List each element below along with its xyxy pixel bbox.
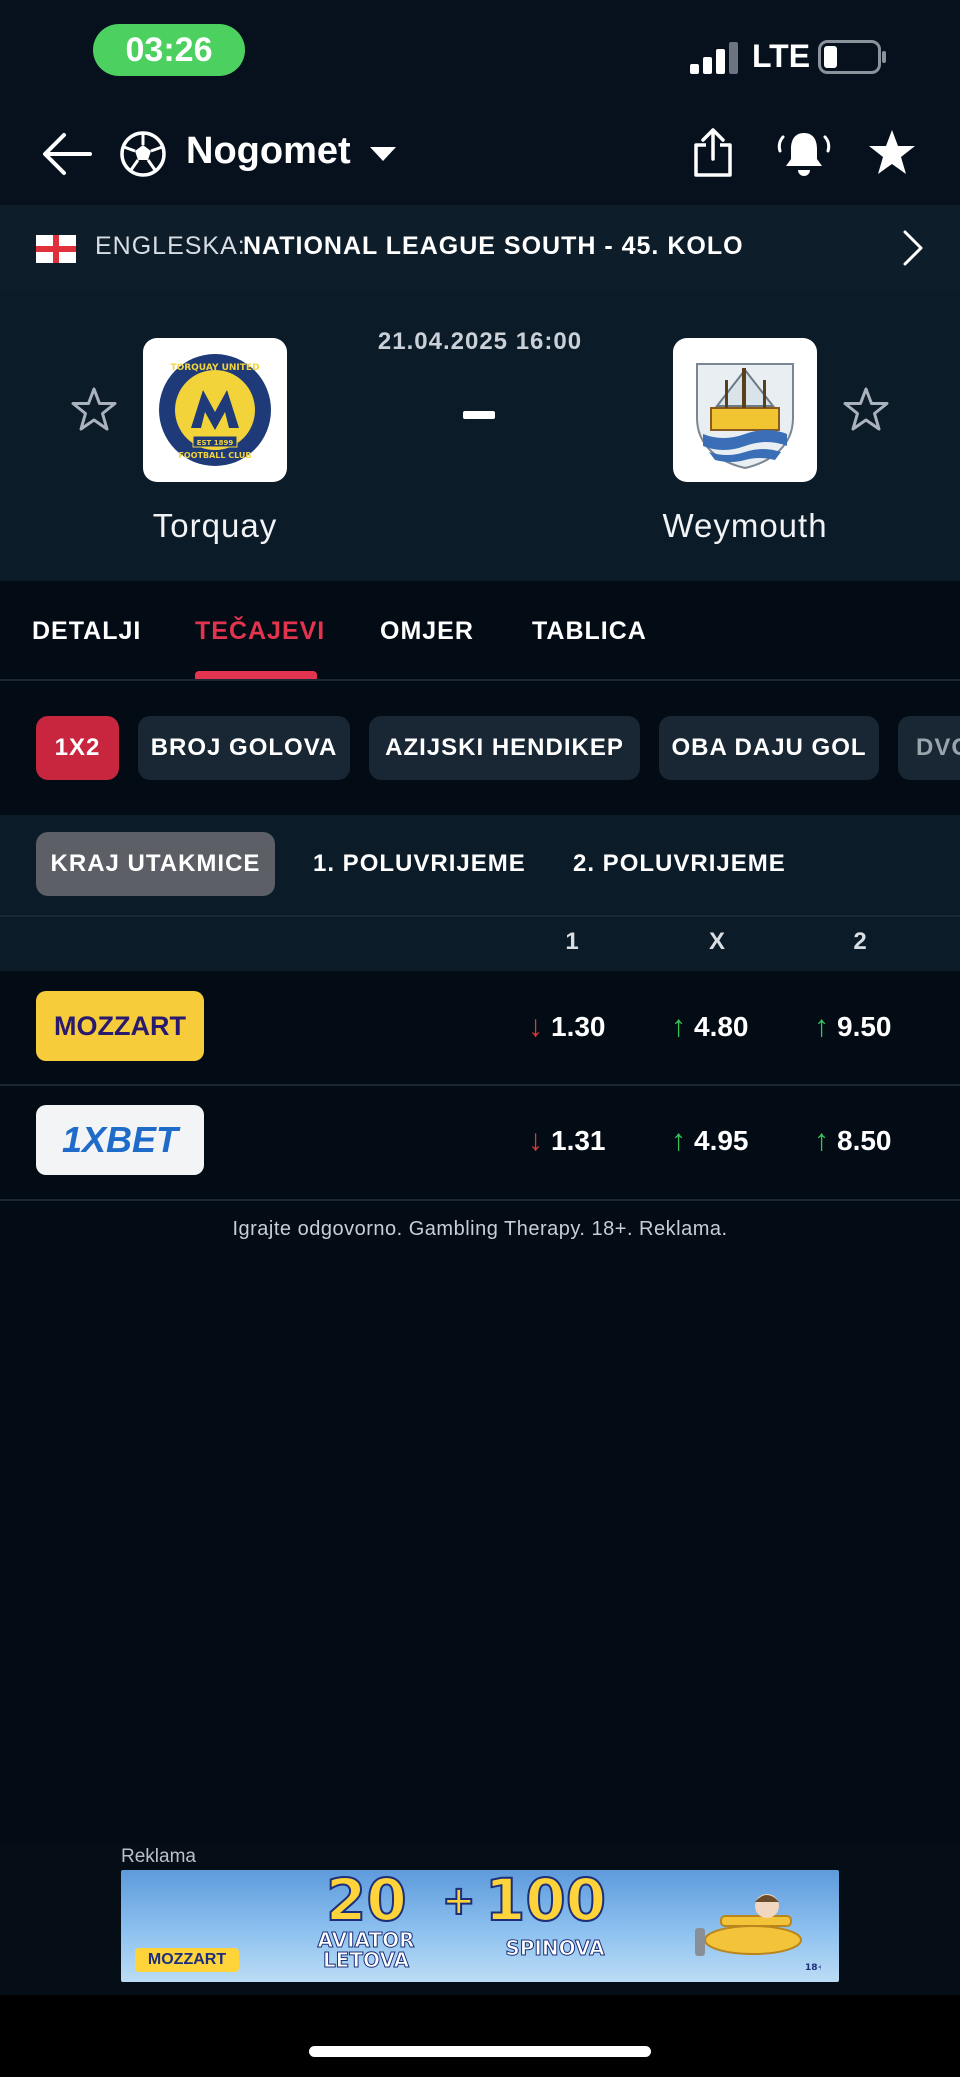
tab-odds[interactable]: TEČAJEVI: [195, 617, 325, 646]
odd-away[interactable]: ↑ 8.50: [814, 1124, 892, 1158]
away-team-logo[interactable]: [673, 338, 817, 482]
share-icon[interactable]: [690, 127, 736, 179]
chevron-right-icon[interactable]: [902, 229, 924, 267]
network-type: LTE: [752, 38, 811, 74]
home-indicator-area: [0, 1995, 960, 2077]
chevron-down-icon[interactable]: [368, 145, 398, 163]
airplane-pilot-icon: 18+: [695, 1894, 821, 1973]
crest-text-est: EST 1899: [197, 439, 234, 447]
period-second-half[interactable]: 2. POLUVRIJEME: [573, 832, 786, 896]
league-name: NATIONAL LEAGUE SOUTH - 45. KOLO: [243, 232, 744, 260]
ad-text-left: AVIATOR LETOVA: [317, 1928, 415, 1972]
odd-away[interactable]: ↑ 9.50: [814, 1010, 892, 1044]
crest-text-top: TORQUAY UNITED: [170, 363, 259, 373]
home-team-name[interactable]: Torquay: [85, 507, 345, 545]
arrow-up-icon: ↑: [671, 1124, 686, 1157]
back-arrow-icon[interactable]: [40, 131, 92, 177]
ad-plus: +: [441, 1877, 476, 1925]
ad-banner[interactable]: 20 AVIATOR LETOVA + 100 SPINOVA MOZZART …: [121, 1870, 839, 1982]
england-flag-icon: [36, 235, 76, 263]
weymouth-crest-icon: [696, 363, 794, 470]
home-team-logo[interactable]: TORQUAY UNITED FOOTBALL CLUB EST 1899: [143, 338, 287, 482]
period-first-half[interactable]: 1. POLUVRIJEME: [313, 832, 526, 896]
home-indicator[interactable]: [309, 2046, 651, 2057]
period-full-time[interactable]: KRAJ UTAKMICE: [36, 832, 275, 896]
odd-value: 4.95: [694, 1125, 749, 1156]
tab-details[interactable]: DETALJI: [32, 617, 141, 646]
football-icon: [120, 131, 166, 177]
torquay-crest-icon: TORQUAY UNITED FOOTBALL CLUB EST 1899: [159, 354, 271, 466]
tab-ratio[interactable]: OMJER: [380, 617, 474, 646]
away-team-name[interactable]: Weymouth: [615, 507, 875, 545]
tab-bar: [0, 581, 960, 681]
odds-col-away: 2: [853, 928, 867, 955]
tab-table[interactable]: TABLICA: [532, 617, 647, 646]
odd-home[interactable]: ↓ 1.31: [528, 1124, 606, 1158]
arrow-up-icon: ↑: [814, 1010, 829, 1043]
odd-value: 1.31: [551, 1125, 606, 1156]
crest-text-bottom: FOOTBALL CLUB: [178, 451, 251, 460]
arrow-up-icon: ↑: [671, 1010, 686, 1043]
status-time: 03:26: [93, 24, 245, 76]
sport-selector[interactable]: Nogomet: [186, 130, 351, 173]
active-tab-indicator: [195, 671, 317, 679]
match-datetime: 21.04.2025 16:00: [377, 328, 583, 355]
odds-col-draw: X: [708, 928, 725, 955]
market-chip-both-score[interactable]: OBA DAJU GOL: [659, 716, 879, 780]
signal-icon: [690, 42, 738, 74]
arrow-down-icon: ↓: [528, 1010, 543, 1043]
odd-value: 8.50: [837, 1125, 892, 1156]
arrow-up-icon: ↑: [814, 1124, 829, 1157]
market-chip-goals[interactable]: BROJ GOLOVA: [138, 716, 350, 780]
odd-value: 9.50: [837, 1011, 892, 1042]
odds-header: [0, 917, 960, 971]
ad-number-right: 100: [484, 1870, 607, 1935]
responsible-gambling-disclaimer: Igrajte odgovorno. Gambling Therapy. 18+…: [232, 1218, 728, 1240]
odds-col-home: 1: [565, 928, 579, 955]
market-chip-double-chance[interactable]: DVO: [898, 716, 960, 780]
market-chip-1x2[interactable]: 1X2: [36, 716, 119, 780]
bookmaker-logo-1xbet[interactable]: 1XBET: [36, 1105, 204, 1175]
ad-label: Reklama: [121, 1846, 196, 1867]
odd-draw[interactable]: ↑ 4.95: [671, 1124, 749, 1158]
odd-draw[interactable]: ↑ 4.80: [671, 1010, 749, 1044]
odd-value: 1.30: [551, 1011, 606, 1042]
away-favorite-star-icon[interactable]: [842, 386, 890, 432]
notification-bell-icon[interactable]: [777, 127, 831, 179]
ad-age-label: 18+: [805, 1963, 821, 1973]
league-country: ENGLESKA:: [95, 232, 246, 260]
ad-number-left: 20: [325, 1870, 408, 1935]
home-favorite-star-icon[interactable]: [70, 386, 118, 432]
score-placeholder: [463, 411, 495, 419]
battery-icon: [818, 40, 886, 74]
odd-value: 4.80: [694, 1011, 749, 1042]
favorite-star-icon[interactable]: [866, 128, 918, 178]
ad-text-right: SPINOVA: [505, 1936, 605, 1960]
odd-home[interactable]: ↓ 1.30: [528, 1010, 606, 1044]
ad-brand-logo: MOZZART: [135, 1948, 239, 1972]
market-chip-asian-handicap[interactable]: AZIJSKI HENDIKEP: [369, 716, 640, 780]
bookmaker-logo-mozzart[interactable]: MOZZART: [36, 991, 204, 1061]
arrow-down-icon: ↓: [528, 1124, 543, 1157]
